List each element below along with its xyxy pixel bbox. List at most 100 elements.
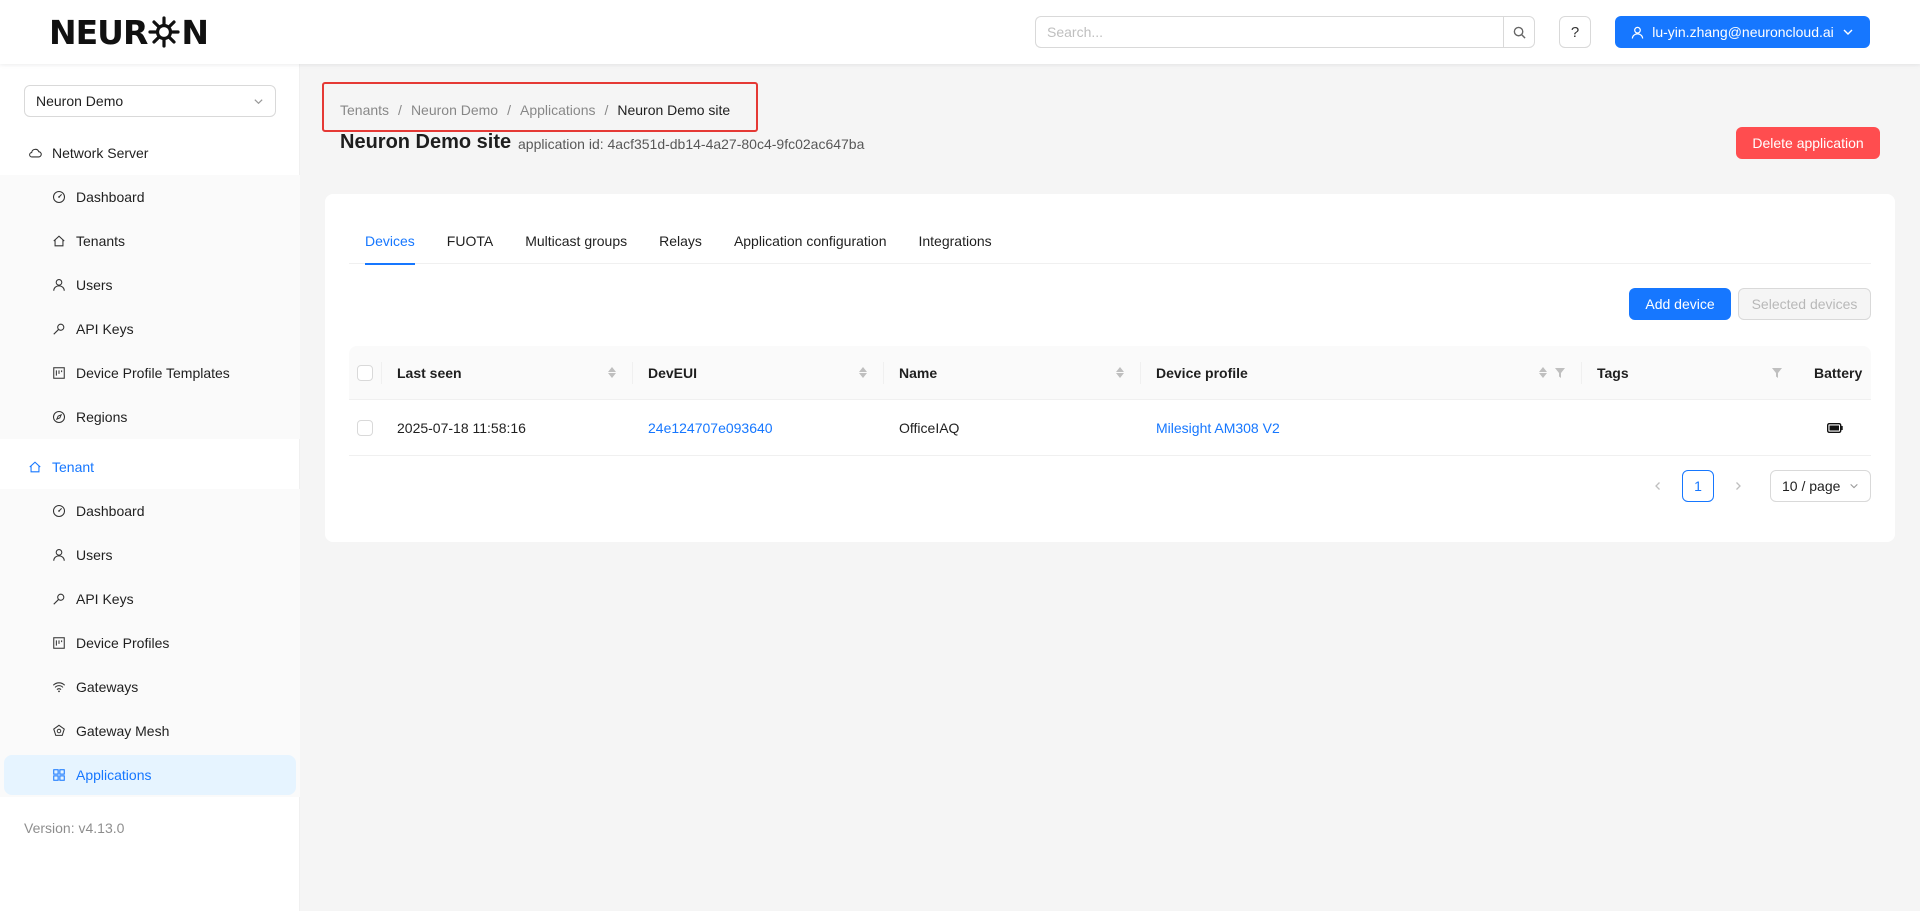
filter-icon[interactable] xyxy=(1772,367,1782,378)
sidebar-item-label: Device Profiles xyxy=(76,635,170,651)
column-device-profile[interactable]: Device profile xyxy=(1140,346,1581,399)
page-title: Neuron Demo site xyxy=(340,131,512,153)
cloud-icon xyxy=(29,148,42,158)
sidebar-item-label: Regions xyxy=(76,409,128,425)
breadcrumb-tenant[interactable]: Neuron Demo xyxy=(411,102,498,118)
sidebar-item-tenant-users[interactable]: Users xyxy=(0,533,300,577)
sidebar-item-gateways[interactable]: Gateways xyxy=(0,665,300,709)
tab-integrations[interactable]: Integrations xyxy=(918,218,991,264)
sidebar-item-tenant-api-keys[interactable]: API Keys xyxy=(0,577,300,621)
breadcrumb-separator: / xyxy=(604,102,609,118)
column-label: DevEUI xyxy=(648,364,698,381)
sidebar-item-device-profile-templates[interactable]: Device Profile Templates xyxy=(0,351,300,395)
add-device-button[interactable]: Add device xyxy=(1629,288,1731,320)
sidebar-item-label: Gateway Mesh xyxy=(76,723,170,739)
logo-text-left: NEUR xyxy=(49,12,148,52)
sidebar-item-ns-dashboard[interactable]: Dashboard xyxy=(0,175,300,219)
application-id: application id: 4acf351d-db14-4a27-80c4-… xyxy=(518,136,865,152)
prev-page-button[interactable] xyxy=(1642,470,1674,502)
sort-icon[interactable] xyxy=(608,367,616,378)
tab-relays[interactable]: Relays xyxy=(659,218,702,264)
column-battery: Battery xyxy=(1798,346,1871,399)
network-server-submenu: Dashboard Tenants Users API Keys Device … xyxy=(0,175,300,439)
sidebar: Neuron Demo Network Server Dashboard Ten… xyxy=(0,64,300,911)
tenant-select[interactable]: Neuron Demo xyxy=(24,85,276,117)
user-menu-button[interactable]: lu-yin.zhang@neuroncloud.ai xyxy=(1615,16,1870,48)
sidebar-item-label: API Keys xyxy=(76,591,134,607)
menu-group-network-server[interactable]: Network Server xyxy=(0,131,300,175)
user-email: lu-yin.zhang@neuroncloud.ai xyxy=(1652,24,1834,40)
application-card: Devices FUOTA Multicast groups Relays Ap… xyxy=(325,194,1895,542)
search-input[interactable] xyxy=(1035,16,1503,48)
sidebar-item-ns-api-keys[interactable]: API Keys xyxy=(0,307,300,351)
menu-group-tenant[interactable]: Tenant xyxy=(0,445,300,489)
column-deveui[interactable]: DevEUI xyxy=(632,346,883,399)
column-last-seen[interactable]: Last seen xyxy=(381,346,632,399)
breadcrumb-tenants[interactable]: Tenants xyxy=(340,102,389,118)
apps-icon xyxy=(53,769,65,781)
breadcrumb-applications[interactable]: Applications xyxy=(520,102,596,118)
chevron-down-icon xyxy=(1843,29,1853,35)
sidebar-item-gateway-mesh[interactable]: Gateway Mesh xyxy=(0,709,300,753)
cell-battery xyxy=(1798,400,1871,455)
selected-devices-button: Selected devices xyxy=(1738,288,1871,320)
column-label: Device profile xyxy=(1156,364,1248,381)
tab-application-configuration[interactable]: Application configuration xyxy=(734,218,887,264)
tab-multicast-groups[interactable]: Multicast groups xyxy=(525,218,627,264)
sidebar-item-label: Gateways xyxy=(76,679,139,695)
page-size-select[interactable]: 10 / page xyxy=(1770,470,1871,502)
column-tags[interactable]: Tags xyxy=(1581,346,1798,399)
tenant-select-value: Neuron Demo xyxy=(36,93,124,109)
sort-icon[interactable] xyxy=(1539,367,1547,378)
row-checkbox[interactable] xyxy=(357,419,373,436)
next-page-button[interactable] xyxy=(1722,470,1754,502)
sidebar-item-label: Users xyxy=(76,277,113,293)
sidebar-item-device-profiles[interactable]: Device Profiles xyxy=(0,621,300,665)
tab-fuota[interactable]: FUOTA xyxy=(447,218,493,264)
table-row[interactable]: 2025-07-18 11:58:16 24e124707e093640 Off… xyxy=(349,400,1871,456)
column-controls xyxy=(1539,367,1565,378)
sidebar-item-label: Applications xyxy=(76,767,152,783)
deveui-link[interactable]: 24e124707e093640 xyxy=(648,420,773,436)
help-button[interactable]: ? xyxy=(1559,16,1591,48)
user-icon xyxy=(1632,26,1644,39)
header-checkbox-cell xyxy=(349,346,381,399)
pagination: 1 10 / page xyxy=(1642,470,1871,502)
tab-devices[interactable]: Devices xyxy=(365,218,415,265)
profile-icon xyxy=(53,367,65,379)
cell-tags xyxy=(1581,400,1798,455)
sidebar-item-label: Users xyxy=(76,547,113,563)
sidebar-item-applications[interactable]: Applications xyxy=(4,755,296,795)
application-tabs: Devices FUOTA Multicast groups Relays Ap… xyxy=(349,218,1871,265)
sidebar-item-tenant-dashboard[interactable]: Dashboard xyxy=(0,489,300,533)
device-profile-link[interactable]: Milesight AM308 V2 xyxy=(1156,420,1280,436)
sidebar-item-ns-tenants[interactable]: Tenants xyxy=(0,219,300,263)
table-header: Last seen DevEUI Name Device profile Tag… xyxy=(349,346,1871,400)
sidebar-item-regions[interactable]: Regions xyxy=(0,395,300,439)
column-label: Last seen xyxy=(397,364,462,381)
sort-icon[interactable] xyxy=(859,367,867,378)
breadcrumb: Tenants / Neuron Demo / Applications / N… xyxy=(340,102,730,118)
menu-group-label: Tenant xyxy=(52,459,95,475)
sidebar-item-label: Dashboard xyxy=(76,189,145,205)
wifi-icon xyxy=(52,682,66,693)
sidebar-item-label: Tenants xyxy=(76,233,126,249)
row-checkbox-cell xyxy=(349,400,381,455)
neuron-logo[interactable]: NEUR N xyxy=(49,12,209,52)
search-button[interactable] xyxy=(1503,16,1535,48)
sidebar-item-label: Device Profile Templates xyxy=(76,365,230,381)
delete-application-button[interactable]: Delete application xyxy=(1736,127,1880,159)
page-number-button[interactable]: 1 xyxy=(1682,470,1714,502)
search-icon xyxy=(1513,26,1526,39)
logo-text-right: N xyxy=(181,12,209,52)
sidebar-item-label: Dashboard xyxy=(76,503,145,519)
dashboard-icon xyxy=(52,190,66,204)
sidebar-item-ns-users[interactable]: Users xyxy=(0,263,300,307)
page-size-value: 10 / page xyxy=(1782,478,1841,494)
select-all-checkbox[interactable] xyxy=(357,364,373,381)
column-name[interactable]: Name xyxy=(883,346,1140,399)
sort-icon[interactable] xyxy=(1116,367,1124,378)
column-label: Name xyxy=(899,364,938,381)
filter-icon[interactable] xyxy=(1555,367,1565,378)
user-icon xyxy=(53,279,65,291)
